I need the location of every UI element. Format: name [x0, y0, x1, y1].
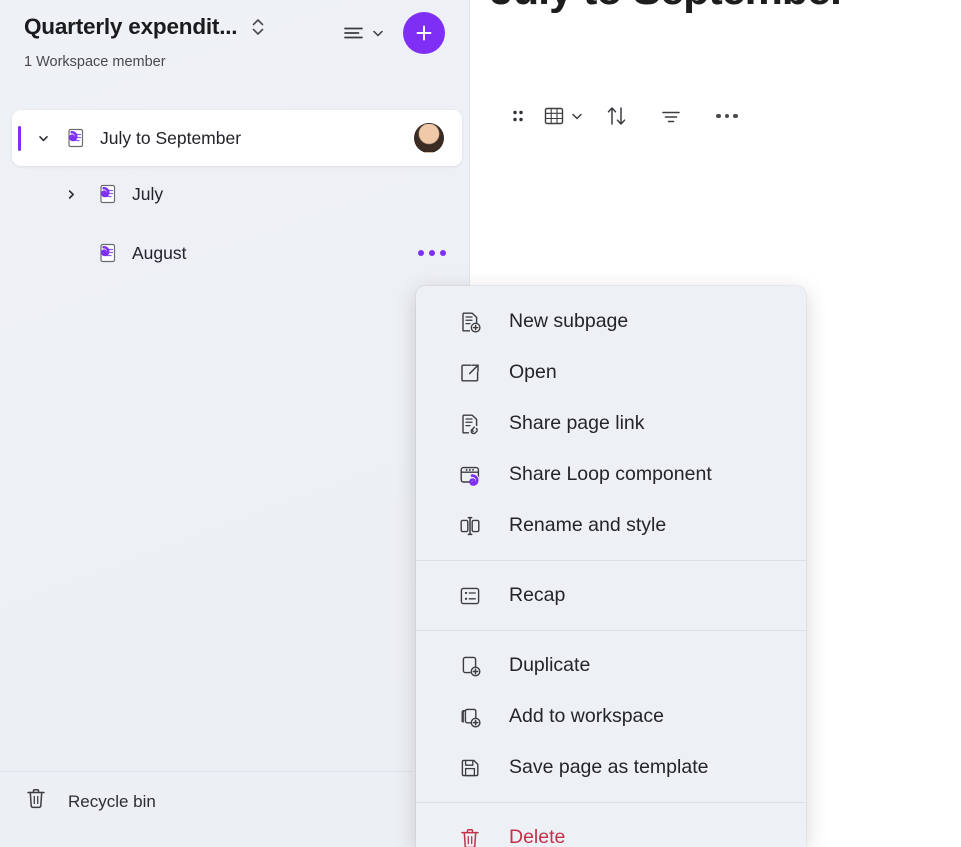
- sidebar-item-july-to-september[interactable]: July to September: [12, 110, 462, 166]
- menu-item-delete[interactable]: Delete: [416, 812, 806, 847]
- add-to-workspace-icon: [457, 704, 483, 730]
- page-tree: July to September July August: [0, 110, 470, 284]
- menu-divider: [416, 802, 806, 803]
- chevron-down-icon[interactable]: [30, 125, 56, 151]
- menu-item-label: New subpage: [509, 310, 629, 332]
- menu-item-label: Recap: [509, 584, 566, 606]
- loop-page-icon: [62, 125, 88, 151]
- recycle-bin-label: Recycle bin: [68, 791, 156, 811]
- sidebar-item-august[interactable]: August: [12, 222, 470, 284]
- menu-item-duplicate[interactable]: Duplicate: [416, 640, 806, 691]
- page-title[interactable]: July to September: [490, 0, 847, 15]
- sidebar-item-label: July to September: [100, 127, 242, 148]
- sidebar: Quarterly expendit... 1 Workspace member: [0, 0, 470, 847]
- chevron-up-down-icon[interactable]: [247, 14, 269, 40]
- filter-lines-icon[interactable]: [643, 98, 699, 134]
- page-add-icon: [457, 309, 483, 335]
- save-disk-icon: [457, 755, 483, 781]
- menu-item-recap[interactable]: Recap: [416, 570, 806, 621]
- add-button[interactable]: [403, 12, 445, 54]
- menu-item-label: Open: [509, 361, 557, 383]
- plus-icon: [416, 25, 432, 41]
- grid-table-icon[interactable]: [535, 98, 591, 134]
- sidebar-item-label: August: [132, 242, 187, 263]
- ellipsis-icon[interactable]: [416, 244, 448, 262]
- recycle-bin-button[interactable]: Recycle bin: [24, 786, 156, 817]
- chevron-down-icon: [373, 30, 383, 37]
- selection-indicator: [18, 126, 21, 151]
- chevron-right-icon[interactable]: [58, 181, 84, 207]
- loop-page-icon: [94, 240, 120, 266]
- menu-item-open[interactable]: Open: [416, 347, 806, 398]
- menu-item-add-to-workspace[interactable]: Add to workspace: [416, 691, 806, 742]
- menu-divider: [416, 560, 806, 561]
- grip-dots-icon[interactable]: [501, 98, 535, 134]
- trash-icon: [457, 825, 483, 847]
- sort-arrows-icon[interactable]: [591, 98, 643, 134]
- page-context-menu: New subpage Open Share page link Share L…: [416, 286, 806, 847]
- loop-page-icon: [94, 181, 120, 207]
- recap-list-icon: [457, 583, 483, 609]
- duplicate-icon: [457, 653, 483, 679]
- table-toolbar: [501, 98, 755, 134]
- menu-item-label: Rename and style: [509, 514, 667, 536]
- menu-item-new-subpage[interactable]: New subpage: [416, 296, 806, 347]
- menu-item-label: Share page link: [509, 412, 645, 434]
- sidebar-item-july[interactable]: July: [12, 166, 470, 222]
- loop-app-window: Quarterly expendit... 1 Workspace member: [0, 0, 961, 847]
- menu-divider: [416, 630, 806, 631]
- workspace-title-row[interactable]: Quarterly expendit...: [24, 14, 269, 40]
- menu-item-label: Add to workspace: [509, 705, 665, 727]
- loop-component-icon: [457, 462, 483, 488]
- ellipsis-icon[interactable]: [699, 98, 755, 134]
- workspace-member-count: 1 Workspace member: [24, 54, 166, 70]
- menu-item-label: Save page as template: [509, 756, 709, 778]
- sort-lines-icon[interactable]: [338, 18, 389, 48]
- sidebar-item-label: July: [132, 183, 164, 204]
- menu-item-rename-and-style[interactable]: Rename and style: [416, 500, 806, 551]
- menu-item-share-page-link[interactable]: Share page link: [416, 398, 806, 449]
- avatar[interactable]: [414, 123, 444, 153]
- trash-icon: [24, 786, 48, 817]
- menu-item-share-loop-component[interactable]: Share Loop component: [416, 449, 806, 500]
- menu-item-label: Share Loop component: [509, 463, 712, 485]
- page-link-icon: [457, 411, 483, 437]
- chevron-down-icon: [571, 113, 582, 120]
- menu-item-save-page-as-template[interactable]: Save page as template: [416, 742, 806, 793]
- menu-item-label: Duplicate: [509, 654, 591, 676]
- workspace-title: Quarterly expendit...: [24, 14, 238, 39]
- open-external-icon: [457, 360, 483, 386]
- workspace-header: Quarterly expendit... 1 Workspace member: [0, 0, 470, 92]
- menu-item-label: Delete: [509, 826, 566, 847]
- workspace-actions: [338, 12, 445, 54]
- rename-style-icon: [457, 513, 483, 539]
- divider: [0, 771, 412, 772]
